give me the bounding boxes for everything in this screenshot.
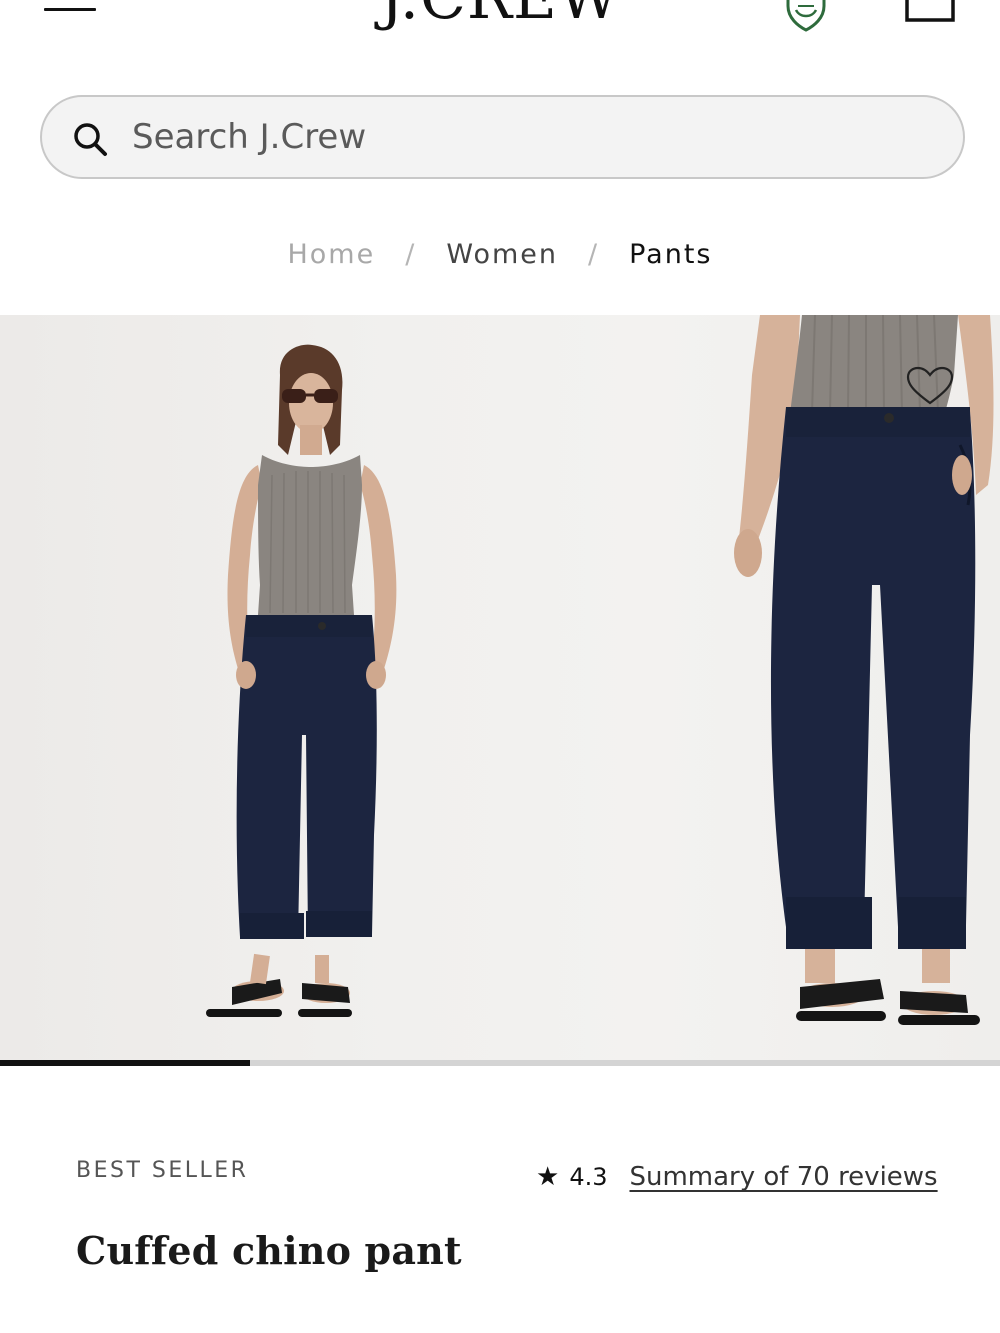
breadcrumb: Home / Women / Pants (0, 232, 1000, 276)
breadcrumb-current-page: Pants (629, 238, 713, 270)
rating-value: 4.3 (569, 1163, 608, 1191)
brand-logo[interactable]: J.CREW (340, 0, 660, 28)
gallery-progress-bar (0, 1060, 1000, 1066)
best-seller-badge: BEST SELLER (76, 1158, 249, 1183)
hamburger-menu-icon[interactable] (44, 0, 98, 20)
search-input[interactable] (132, 115, 912, 159)
product-image-full-body[interactable] (0, 315, 560, 1065)
gallery-progress-fill (0, 1060, 250, 1066)
shopping-bag-icon[interactable] (903, 0, 957, 24)
breadcrumb-separator: / (405, 238, 417, 270)
search-icon[interactable] (72, 121, 108, 157)
product-rating: ★ 4.3 Summary of 70 reviews (536, 1157, 938, 1197)
reviews-summary-link[interactable]: Summary of 70 reviews (629, 1162, 937, 1192)
heart-outline-icon[interactable] (905, 366, 955, 406)
star-icon: ★ (536, 1162, 560, 1192)
breadcrumb-separator: / (588, 238, 600, 270)
site-header: J.CREW (0, 0, 1000, 60)
breadcrumb-home-link[interactable]: Home (287, 239, 375, 270)
shield-account-icon[interactable] (780, 0, 832, 32)
breadcrumb-women-link[interactable]: Women (446, 239, 558, 270)
search-bar[interactable] (40, 95, 965, 179)
product-image-gallery[interactable] (0, 315, 1000, 1065)
product-title: Cuffed chino pant (76, 1228, 462, 1273)
